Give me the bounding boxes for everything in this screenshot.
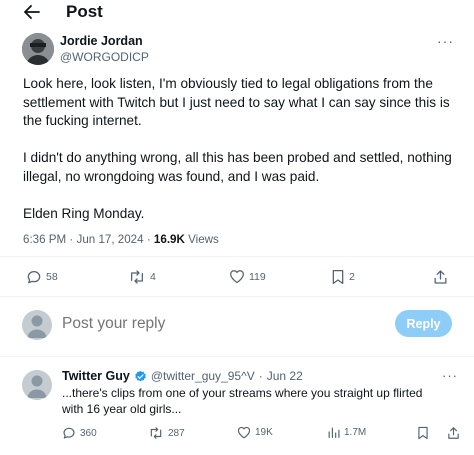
share-action[interactable] [433, 269, 448, 285]
reply-icon [27, 271, 41, 284]
bookmark-action[interactable] [417, 426, 429, 440]
repost-icon [150, 427, 162, 439]
analytics-icon [328, 427, 340, 438]
like-action[interactable]: 119 [229, 269, 266, 284]
share-icon [434, 270, 447, 284]
reply-action[interactable]: 360 [62, 426, 97, 440]
repost-count: 287 [168, 427, 185, 439]
reply-input[interactable] [62, 315, 362, 333]
views-count: 16.9K [153, 233, 185, 246]
tweet-paragraph: I didn't do anything wrong, all this has… [23, 150, 452, 184]
reply-author-name[interactable]: Twitter Guy [62, 369, 130, 383]
reply-separator: · [258, 369, 263, 383]
views-label: Views [188, 233, 219, 246]
reply-tweet[interactable]: Twitter Guy @twitter_guy_95^V · Jun 22 ·… [22, 368, 462, 448]
more-options-icon[interactable]: ··· [442, 368, 458, 383]
share-action[interactable] [447, 426, 460, 440]
tweet-body: Look here, look listen, I'm obviously ti… [23, 75, 463, 242]
tweet-time[interactable]: 6:36 PM [23, 233, 66, 246]
tweet-paragraph: Look here, look listen, I'm obviously ti… [23, 76, 450, 128]
bookmark-count: 2 [349, 271, 355, 283]
reply-author-handle[interactable]: @twitter_guy_95^V [151, 369, 255, 383]
reply-text: ...there's clips from one of your stream… [62, 386, 423, 416]
reply-composer: Reply [22, 310, 452, 340]
bookmark-icon [418, 426, 428, 440]
tweet-paragraph: Elden Ring Monday. [23, 205, 145, 221]
divider [0, 296, 474, 297]
reply-icon [63, 427, 75, 439]
views-count: 1.7M [344, 427, 367, 438]
back-button[interactable] [20, 1, 44, 23]
like-count: 19K [255, 427, 273, 438]
reply-author-avatar[interactable] [22, 370, 52, 400]
repost-action[interactable]: 4 [128, 269, 156, 285]
reply-button[interactable]: Reply [395, 310, 452, 337]
more-options-icon[interactable]: ··· [437, 33, 454, 49]
default-avatar-icon [27, 315, 47, 338]
default-avatar-icon [27, 375, 47, 398]
reply-count: 360 [80, 427, 97, 439]
author-handle[interactable]: @WORGODICP [60, 50, 149, 64]
page-title: Post [66, 2, 103, 21]
repost-count: 4 [150, 271, 156, 283]
share-icon [448, 427, 459, 439]
bookmark-action[interactable]: 2 [331, 269, 355, 285]
bookmark-icon [332, 270, 344, 284]
repost-icon [131, 270, 143, 284]
reply-action[interactable]: 58 [26, 269, 58, 285]
current-user-avatar[interactable] [22, 310, 52, 340]
divider [0, 256, 474, 257]
reply-actions: 360 287 19K 1.7M [62, 426, 462, 442]
reply-date[interactable]: Jun 22 [267, 369, 303, 383]
like-action[interactable]: 19K [237, 426, 273, 439]
tweet-date[interactable]: Jun 17, 2024 [77, 233, 144, 246]
tweet-meta: 6:36 PM · Jun 17, 2024 · 16.9K Views [23, 233, 219, 246]
heart-icon [230, 270, 244, 284]
divider [0, 356, 474, 357]
author-avatar[interactable] [22, 33, 54, 65]
author-name[interactable]: Jordie Jordan [60, 34, 143, 48]
arrow-left-icon [24, 5, 40, 19]
meta-separator: · [146, 233, 151, 246]
verified-badge-icon [135, 370, 146, 381]
views-action[interactable]: 1.7M [327, 426, 366, 439]
reply-count: 58 [46, 271, 58, 283]
tweet-actions: 58 4 119 2 [23, 269, 455, 287]
top-bar: Post [0, 0, 474, 26]
repost-action[interactable]: 287 [148, 426, 185, 440]
heart-icon [237, 426, 251, 439]
reply-header: Twitter Guy @twitter_guy_95^V · Jun 22 [62, 369, 303, 383]
meta-separator: · [69, 233, 74, 246]
tweet-author: Jordie Jordan @WORGODICP ··· [22, 33, 462, 67]
like-count: 119 [249, 270, 266, 283]
